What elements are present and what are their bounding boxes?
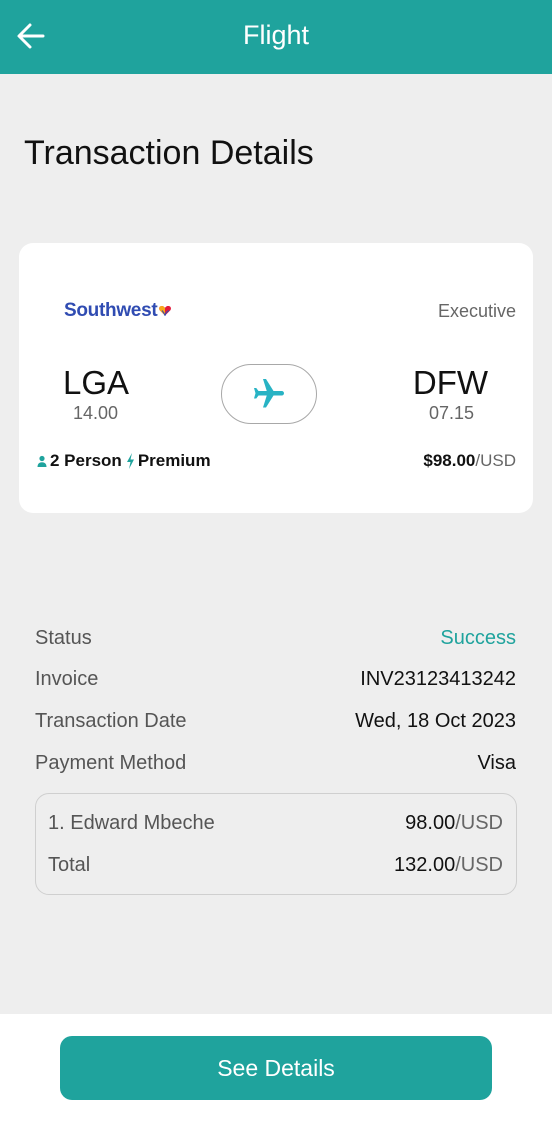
transaction-date-value: Wed, 18 Oct 2023	[355, 710, 516, 732]
status-label: Status	[35, 627, 92, 649]
price-unit: /USD	[475, 451, 516, 470]
passenger-info: 2 Person Premium	[36, 451, 211, 471]
origin-time: 14.00	[73, 403, 119, 423]
fare-type: Premium	[137, 451, 211, 470]
detail-row-status: Status Success	[35, 627, 516, 650]
passenger-amount-group: 98.00/USD	[405, 812, 503, 835]
price-summary: 1. Edward Mbeche 98.00/USD Total 132.00/…	[35, 793, 517, 895]
detail-row-payment-method: Payment Method Visa	[35, 752, 516, 775]
transaction-date-label: Transaction Date	[35, 710, 187, 732]
invoice-label: Invoice	[35, 668, 99, 690]
passenger-amount-unit: /USD	[455, 812, 503, 834]
total-amount-group: 132.00/USD	[394, 854, 503, 877]
origin-code: LGA	[63, 364, 130, 401]
passenger-count: 2 Person	[50, 451, 122, 470]
bolt-icon	[126, 453, 134, 469]
destination-code: DFW	[412, 364, 488, 401]
page-title: Transaction Details	[24, 134, 314, 172]
header-title: Flight	[242, 20, 310, 50]
person-icon	[37, 455, 47, 467]
route-indicator	[221, 364, 317, 424]
footer-bar: See Details	[0, 1014, 552, 1122]
passenger-name: 1. Edward Mbeche	[48, 812, 215, 834]
total-amount: 132.00	[394, 854, 456, 876]
invoice-value: INV23123413242	[360, 668, 516, 690]
passenger-amount: 98.00	[405, 812, 456, 834]
flight-price: $98.00/USD	[423, 451, 516, 471]
total-amount-unit: /USD	[455, 854, 503, 876]
flight-card: Southwest Executive LGA 14.00 DFW 07.15 …	[19, 243, 533, 513]
detail-row-invoice: Invoice INV23123413242	[35, 668, 516, 691]
detail-row-transaction-date: Transaction Date Wed, 18 Oct 2023	[35, 710, 516, 733]
status-value: Success	[440, 627, 516, 649]
price-amount: $98.00	[423, 451, 476, 470]
destination-time: 07.15	[428, 403, 474, 423]
airplane-icon	[254, 379, 284, 408]
total-label: Total	[48, 854, 91, 876]
payment-method-label: Payment Method	[35, 752, 187, 774]
airline-logo: Southwest	[64, 300, 172, 322]
summary-row-passenger: 1. Edward Mbeche 98.00/USD	[48, 812, 503, 835]
see-details-button[interactable]: See Details	[60, 1036, 492, 1100]
payment-method-value: Visa	[477, 752, 516, 774]
cabin-class: Executive	[437, 301, 516, 321]
heart-icon	[159, 305, 172, 316]
airline-name: Southwest	[64, 300, 158, 321]
app-header: Flight	[0, 0, 552, 74]
summary-row-total: Total 132.00/USD	[48, 854, 503, 877]
